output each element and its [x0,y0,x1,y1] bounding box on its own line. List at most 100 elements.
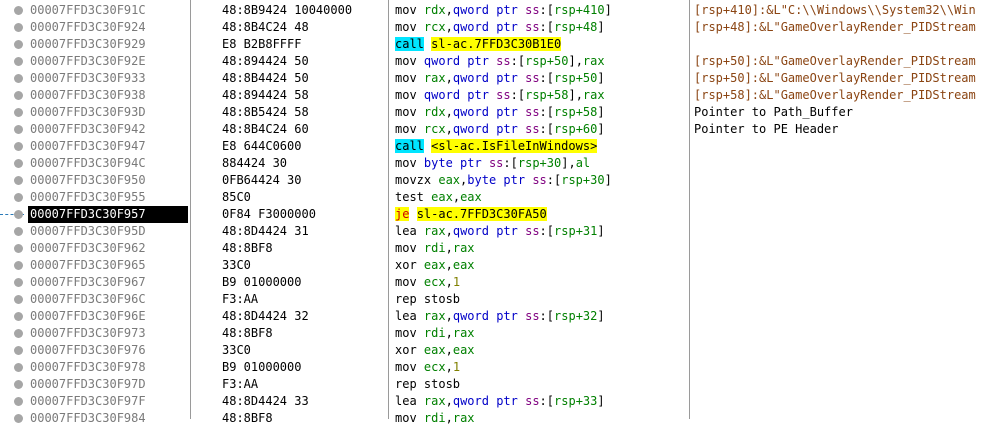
instruction-row[interactable]: 00007FFD3C30F976 33C0 xor eax,eax [0,342,1004,359]
breakpoint-dot-icon[interactable] [14,74,23,83]
instruction-disassembly[interactable]: mov ecx,1 [395,274,460,291]
instruction-disassembly[interactable]: xor eax,eax [395,257,475,274]
instruction-address[interactable]: 00007FFD3C30F929 [28,36,188,53]
instruction-disassembly[interactable]: rep stosb [395,291,467,308]
instruction-disassembly[interactable]: mov ecx,1 [395,359,460,376]
instruction-disassembly[interactable]: mov rax,qword ptr ss:[rsp+50] [395,70,605,87]
instruction-disassembly[interactable]: mov rcx,qword ptr ss:[rsp+60] [395,121,605,138]
instruction-disassembly[interactable]: lea rax,qword ptr ss:[rsp+32] [395,308,605,325]
instruction-address[interactable]: 00007FFD3C30F91C [28,2,188,19]
instruction-row[interactable]: 00007FFD3C30F929 E8 B2B8FFFF call sl-ac.7F… [0,36,1004,53]
breakpoint-dot-icon[interactable] [14,40,23,49]
breakpoint-dot-icon[interactable] [14,346,23,355]
breakpoint-dot-icon[interactable] [14,125,23,134]
instruction-disassembly[interactable]: call sl-ac.7FFD3C30B1E0 [395,36,562,53]
instruction-disassembly[interactable]: rep stosb [395,376,467,393]
instruction-row[interactable]: 00007FFD3C30F942 48:8B4C24 60 mov rcx,qwor… [0,121,1004,138]
instruction-address[interactable]: 00007FFD3C30F965 [28,257,188,274]
instruction-disassembly[interactable]: lea rax,qword ptr ss:[rsp+31] [395,223,605,240]
breakpoint-dot-icon[interactable] [14,91,23,100]
instruction-row[interactable]: 00007FFD3C30F947 E8 644C0600 call <sl-ac.I… [0,138,1004,155]
instruction-row[interactable]: 00007FFD3C30F92E 48:894424 50 mov qword pt… [0,53,1004,70]
breakpoint-dot-icon[interactable] [14,176,23,185]
instruction-row[interactable]: 00007FFD3C30F965 33C0 xor eax,eax [0,257,1004,274]
instruction-disassembly[interactable]: mov rdi,rax [395,325,475,342]
breakpoint-dot-icon[interactable] [14,210,23,219]
operand-segment: ss [525,3,540,17]
instruction-row[interactable]: 00007FFD3C30F94C 884424 30 mov byte ptr ss… [0,155,1004,172]
instruction-address[interactable]: 00007FFD3C30F955 [28,189,188,206]
instruction-row[interactable]: 00007FFD3C30F91C 48:8B9424 10040000 mov rd… [0,2,1004,19]
breakpoint-dot-icon[interactable] [14,193,23,202]
breakpoint-dot-icon[interactable] [14,57,23,66]
instruction-row[interactable]: 00007FFD3C30F967 B9 01000000 mov ecx,1 [0,274,1004,291]
instruction-row[interactable]: 00007FFD3C30F924 48:8B4C24 48 mov rcx,qwor… [0,19,1004,36]
instruction-bytes: F3:AA [222,292,259,306]
instruction-row[interactable]: 00007FFD3C30F97D F3:AA rep stosb [0,376,1004,393]
instruction-row[interactable]: 00007FFD3C30F96E 48:8D4424 32 lea rax,qwor… [0,308,1004,325]
instruction-address[interactable]: 00007FFD3C30F942 [28,121,188,138]
instruction-row[interactable]: 00007FFD3C30F933 48:8B4424 50 mov rax,qwor… [0,70,1004,87]
instruction-disassembly[interactable]: test eax,eax [395,189,482,206]
instruction-disassembly[interactable]: xor eax,eax [395,342,475,359]
instruction-address[interactable]: 00007FFD3C30F973 [28,325,188,342]
instruction-disassembly[interactable]: mov qword ptr ss:[rsp+50],rax [395,53,605,70]
instruction-row[interactable]: 00007FFD3C30F978 B9 01000000 mov ecx,1 [0,359,1004,376]
instruction-address[interactable]: 00007FFD3C30F950 [28,172,188,189]
instruction-row[interactable]: 00007FFD3C30F96C F3:AA rep stosb [0,291,1004,308]
instruction-row[interactable]: 00007FFD3C30F95D 48:8D4424 31 lea rax,qwor… [0,223,1004,240]
operand-separator: , [452,190,461,204]
instruction-address[interactable]: 00007FFD3C30F97D [28,376,188,393]
instruction-row[interactable]: 00007FFD3C30F973 48:8BF8 mov rdi,rax [0,325,1004,342]
instruction-row[interactable]: 00007FFD3C30F93D 48:8B5424 58 mov rdx,qwor… [0,104,1004,121]
breakpoint-dot-icon[interactable] [14,278,23,287]
instruction-address[interactable]: 00007FFD3C30F92E [28,53,188,70]
instruction-disassembly[interactable]: mov rdx,qword ptr ss:[rsp+410] [395,2,612,19]
instruction-row[interactable]: 00007FFD3C30F957 0F84 F3000000 je sl-ac.7F… [0,206,1004,223]
breakpoint-dot-icon[interactable] [14,363,23,372]
instruction-disassembly[interactable]: mov rdi,rax [395,240,475,257]
instruction-address[interactable]: 00007FFD3C30F933 [28,70,188,87]
instruction-disassembly[interactable]: je sl-ac.7FFD3C30FA50 [395,206,547,223]
breakpoint-dot-icon[interactable] [14,227,23,236]
instruction-address[interactable]: 00007FFD3C30F976 [28,342,188,359]
instruction-disassembly[interactable]: movzx eax,byte ptr ss:[rsp+30] [395,172,612,189]
instruction-address[interactable]: 00007FFD3C30F967 [28,274,188,291]
instruction-disassembly[interactable]: mov rdx,qword ptr ss:[rsp+58] [395,104,605,121]
instruction-address[interactable]: 00007FFD3C30F962 [28,240,188,257]
instruction-address[interactable]: 00007FFD3C30F95D [28,223,188,240]
instruction-address[interactable]: 00007FFD3C30F978 [28,359,188,376]
instruction-row[interactable]: 00007FFD3C30F962 48:8BF8 mov rdi,rax [0,240,1004,257]
breakpoint-dot-icon[interactable] [14,244,23,253]
breakpoint-dot-icon[interactable] [14,23,23,32]
instruction-address[interactable]: 00007FFD3C30F93D [28,104,188,121]
instruction-address[interactable]: 00007FFD3C30F947 [28,138,188,155]
instruction-disassembly[interactable]: mov byte ptr ss:[rsp+30],al [395,155,590,172]
instruction-address[interactable]: 00007FFD3C30F96E [28,308,188,325]
instruction-address[interactable]: 00007FFD3C30F938 [28,87,188,104]
operand-register: rax [423,71,446,85]
instruction-row[interactable]: 00007FFD3C30F955 85C0 test eax,eax [0,189,1004,206]
instruction-row[interactable]: 00007FFD3C30F938 48:894424 58 mov qword pt… [0,87,1004,104]
instruction-row[interactable]: 00007FFD3C30F950 0FB64424 30 movzx eax,byt… [0,172,1004,189]
instruction-row[interactable]: 00007FFD3C30F97F 48:8D4424 33 lea rax,qwor… [0,393,1004,410]
instruction-address[interactable]: 00007FFD3C30F957 [28,206,188,223]
instruction-address[interactable]: 00007FFD3C30F97F [28,393,188,410]
instruction-disassembly[interactable]: call <sl-ac.IsFileInWindows> [395,138,598,155]
breakpoint-dot-icon[interactable] [14,261,23,270]
instruction-address[interactable]: 00007FFD3C30F94C [28,155,188,172]
breakpoint-dot-icon[interactable] [14,6,23,15]
instruction-disassembly[interactable]: mov qword ptr ss:[rsp+58],rax [395,87,605,104]
breakpoint-dot-icon[interactable] [14,312,23,321]
breakpoint-dot-icon[interactable] [14,397,23,406]
instruction-address[interactable]: 00007FFD3C30F924 [28,19,188,36]
breakpoint-dot-icon[interactable] [14,380,23,389]
breakpoint-dot-icon[interactable] [14,142,23,151]
instruction-address[interactable]: 00007FFD3C30F96C [28,291,188,308]
breakpoint-dot-icon[interactable] [14,329,23,338]
breakpoint-dot-icon[interactable] [14,159,23,168]
breakpoint-dot-icon[interactable] [14,108,23,117]
breakpoint-dot-icon[interactable] [14,295,23,304]
instruction-disassembly[interactable]: lea rax,qword ptr ss:[rsp+33] [395,393,605,410]
instruction-disassembly[interactable]: mov rcx,qword ptr ss:[rsp+48] [395,19,605,36]
